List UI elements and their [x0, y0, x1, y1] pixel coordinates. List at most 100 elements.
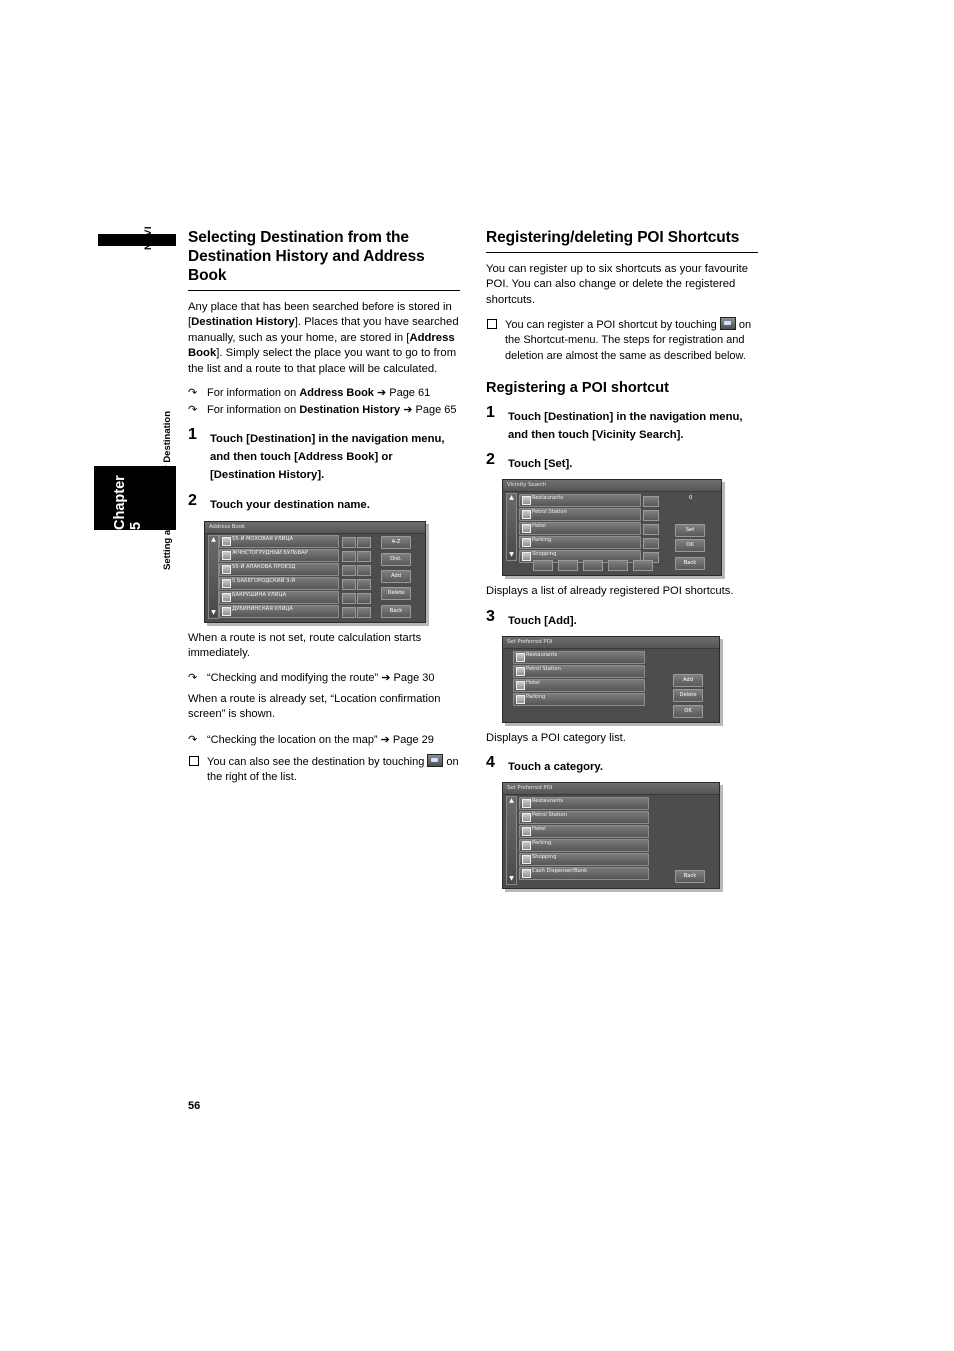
ref2-pre: For information on [207, 404, 300, 417]
row-detail-icon[interactable] [342, 578, 356, 590]
row-detail-icon[interactable] [342, 606, 356, 618]
row-detail-icon[interactable] [643, 524, 659, 536]
ref1-bold: Address Book [299, 387, 374, 400]
back-button[interactable]: Back [675, 557, 705, 571]
entry-icon [222, 550, 231, 560]
screenshot-set-preferred-poi-categories: Set Preferred POI ▲ ▼ Restaurants Petrol… [502, 782, 720, 890]
ok-button[interactable]: OK [673, 704, 703, 718]
step-2-text: Touch your destination name. [210, 498, 370, 511]
list-item-label: Petrol Station [532, 812, 567, 819]
scroll-up-icon[interactable]: ▲ [507, 494, 516, 503]
step-1-text: Touch [Destination] in the navigation me… [508, 410, 743, 442]
screen-title: Address Book [209, 523, 245, 530]
step-4-right: 4 Touch a category. [486, 754, 758, 775]
sort-distance-button[interactable]: Dist. [381, 552, 411, 566]
row-detail-icon[interactable] [643, 510, 659, 522]
category-icon [522, 827, 531, 837]
row-map-icon[interactable] [357, 536, 371, 548]
list-item-label: 55-Й МОХОВАЯ УЛИЦА [232, 535, 294, 542]
shortcut-poi-icon [719, 317, 736, 331]
ref2-post: ➔ Page 65 [400, 404, 457, 417]
step-2-left: 2 Touch your destination name. [188, 491, 460, 513]
scroll-down-icon[interactable]: ▼ [507, 875, 516, 884]
row-map-icon[interactable] [357, 550, 371, 562]
screen-title: Set Preferred POI [507, 785, 553, 792]
back-button[interactable]: Back [381, 604, 411, 618]
step-3-text: Touch [Add]. [508, 614, 577, 627]
right-intro-paragraph: You can register up to six shortcuts as … [486, 263, 749, 306]
back-button[interactable]: Back [675, 870, 705, 884]
ref3-text: “Checking and modifying the route” ➔ Pag… [207, 672, 435, 685]
sort-az-button[interactable]: A-Z [381, 535, 411, 549]
category-icon [522, 813, 531, 823]
category-icon [522, 552, 531, 562]
row-detail-icon[interactable] [342, 550, 356, 562]
category-icon [516, 694, 525, 704]
row-detail-icon[interactable] [342, 564, 356, 576]
screenshot-set-preferred-poi-add: Set Preferred POI Restaurants Petrol Sta… [502, 635, 720, 723]
scrollbar-address-book[interactable]: ▲ ▼ [208, 534, 219, 619]
shortcut-counter: 0 [689, 495, 693, 502]
row-detail-icon[interactable] [342, 592, 356, 604]
list-item-label: Shopping [532, 854, 557, 861]
category-icon [522, 869, 531, 879]
scrollbar-vicinity[interactable]: ▲ ▼ [506, 493, 517, 562]
screen-title: Vicinity Search [507, 482, 547, 489]
delete-button[interactable]: Delete [381, 586, 411, 600]
row-map-icon[interactable] [357, 564, 371, 576]
set-button[interactable]: Set [675, 524, 705, 538]
step-1-right: 1 Touch [Destination] in the navigation … [486, 403, 758, 443]
cross-reference-destination-history: ↷ For information on Destination History … [188, 403, 460, 418]
list-item-label: БАКРУШИНА УЛИЦА [232, 591, 287, 598]
ok-button[interactable]: OK [675, 539, 705, 553]
keypad-icon[interactable] [533, 560, 553, 572]
step-3-right: 3 Touch [Add]. [486, 607, 758, 629]
step-3-number: 3 [486, 607, 495, 625]
reference-arrow-icon: ↷ [188, 404, 198, 417]
list-item-label: Hotel [526, 679, 540, 686]
add-button[interactable]: Add [381, 569, 411, 583]
row-detail-icon[interactable] [643, 538, 659, 550]
step-2-number: 2 [486, 451, 495, 469]
running-head: Setting a Route to Your Destination [162, 410, 173, 570]
scroll-down-icon[interactable]: ▼ [209, 609, 218, 618]
row-map-icon[interactable] [357, 592, 371, 604]
note-square-icon [487, 319, 497, 330]
step-2-right: 2 Touch [Set]. [486, 451, 758, 472]
keypad-icon[interactable] [558, 560, 578, 572]
scroll-up-icon[interactable]: ▲ [507, 797, 516, 806]
scroll-up-icon[interactable]: ▲ [209, 536, 218, 545]
row-detail-icon[interactable] [643, 496, 659, 508]
step-4-number: 4 [486, 754, 495, 772]
keypad-icon[interactable] [608, 560, 628, 572]
note-pre: You can register a POI shortcut by touch… [505, 319, 720, 332]
reference-arrow-icon: ↷ [188, 672, 198, 685]
scrollbar-poi-categories[interactable]: ▲ ▼ [506, 796, 517, 886]
row-map-icon[interactable] [357, 578, 371, 590]
list-item-label: Restaurants [532, 495, 564, 502]
step-1-number: 1 [486, 403, 495, 421]
caption-route-already-set: When a route is already set, “Location c… [188, 693, 441, 721]
list-item-label: Petrol Station [532, 509, 567, 516]
keypad-icon[interactable] [633, 560, 653, 572]
reference-arrow-icon: ↷ [188, 733, 198, 746]
category-icon [522, 841, 531, 851]
row-detail-icon[interactable] [342, 536, 356, 548]
keypad-icon[interactable] [583, 560, 603, 572]
row-map-icon[interactable] [357, 606, 371, 618]
step-2-number: 2 [188, 491, 197, 509]
list-item-label: Parking [532, 840, 552, 847]
list-item-label: Restaurants [532, 798, 564, 805]
screen-title: Set Preferred POI [507, 638, 553, 645]
intro-bold-1: Destination History [191, 316, 295, 329]
navi-label: NAVI [143, 226, 154, 250]
step-2-text: Touch [Set]. [508, 458, 573, 471]
delete-button[interactable]: Delete [673, 688, 703, 702]
add-button[interactable]: Add [673, 673, 703, 687]
ref1-post: ➔ Page 61 [373, 387, 431, 400]
caption-poi-category-list: Displays a POI category list. [486, 731, 626, 744]
list-item-label: 5 БАБЕГОРОДСКИЙ 3-Й [232, 577, 296, 584]
scroll-down-icon[interactable]: ▼ [507, 551, 516, 560]
caption-route-not-set: When a route is not set, route calculati… [188, 631, 422, 660]
list-item-label: ЖЧНСТОГРУДНЫЙ БУЛЬВАР [232, 549, 308, 556]
